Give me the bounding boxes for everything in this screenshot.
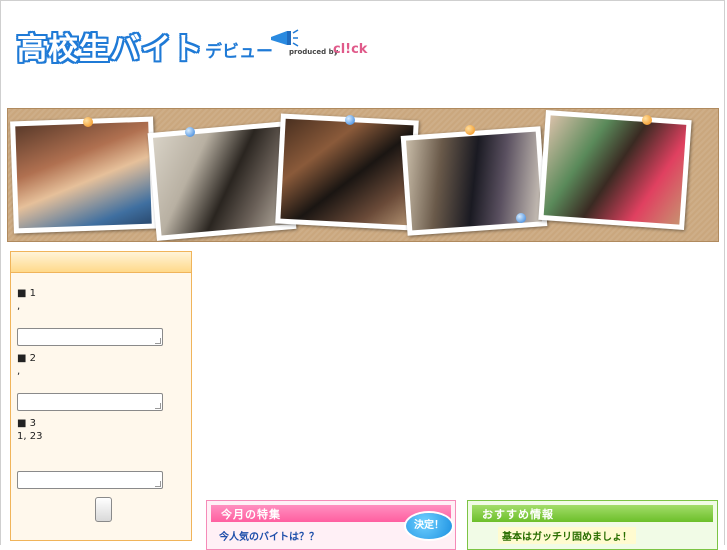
question-hint: ,: [17, 366, 21, 377]
question-hint: 1, 23: [17, 431, 43, 442]
answer-input-2[interactable]: [17, 393, 163, 411]
survey-question-2: ■ 2 ,: [17, 352, 191, 378]
hero-banner: [7, 108, 719, 242]
pin-icon: [83, 117, 93, 127]
question-label: ■ 3: [17, 418, 36, 429]
hero-photo-friends: [10, 116, 157, 234]
feature-box[interactable]: 今月の特集 今人気のバイトは？？ 決定！: [206, 500, 456, 550]
logo-main-text: 高校生バイト: [17, 32, 203, 67]
submit-button[interactable]: [95, 497, 112, 522]
answer-input-3[interactable]: [17, 471, 163, 489]
recommend-title: おすすめ情報: [482, 508, 554, 521]
decide-badge: 決定！: [406, 513, 452, 539]
brand-logo: cl!ck: [333, 42, 368, 57]
survey-panel-header: [11, 252, 191, 273]
survey-question-1: ■ 1 ,: [17, 287, 191, 313]
recommend-box[interactable]: おすすめ情報 基本はガッチリ固めましょ！: [467, 500, 718, 550]
produced-by-text: produced by: [289, 48, 339, 56]
pin-icon: [185, 127, 195, 137]
question-label: ■ 1: [17, 288, 36, 299]
question-hint: ,: [17, 301, 21, 312]
hero-photo-phone: [147, 121, 297, 241]
feature-title: 今月の特集: [221, 508, 281, 521]
recommend-subtitle: 基本はガッチリ固めましょ！: [498, 527, 636, 544]
pin-icon: [516, 213, 526, 223]
feature-subtitle: 今人気のバイトは？？: [219, 532, 319, 543]
answer-input-1[interactable]: [17, 328, 163, 346]
pin-icon: [465, 125, 475, 135]
pin-icon: [642, 115, 652, 125]
hero-photo-shopping: [538, 110, 692, 230]
hero-photo-cafe: [275, 113, 419, 231]
pin-icon: [345, 115, 355, 125]
question-label: ■ 2: [17, 353, 36, 364]
site-logo[interactable]: 高校生バイト デビュー: [17, 26, 273, 68]
megaphone-icon: [271, 29, 299, 47]
survey-panel: ■ 1 , ■ 2 , ■ 3 1, 23: [10, 251, 192, 541]
survey-question-3: ■ 3 1, 23: [17, 417, 191, 443]
logo-sub-text: デビュー: [205, 42, 273, 62]
